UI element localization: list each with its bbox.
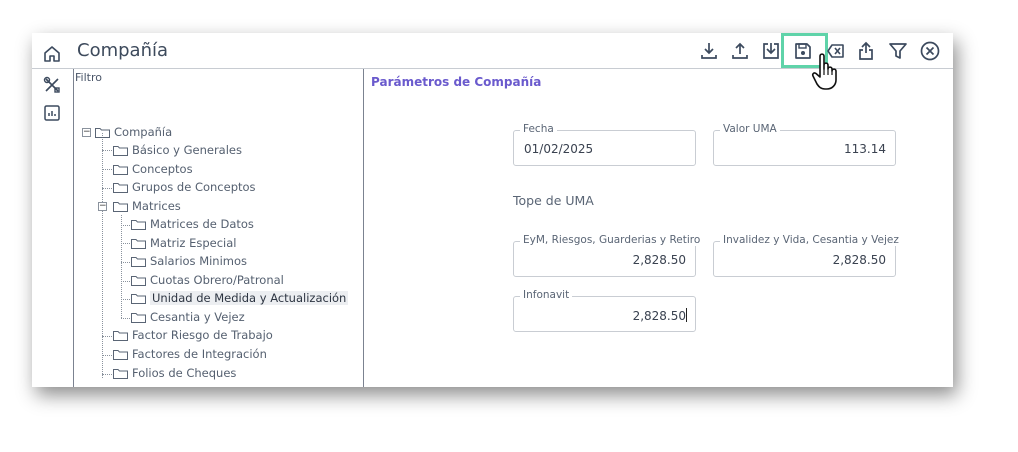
- tree-item-label: Unidad de Medida y Actualización: [150, 291, 349, 305]
- tree-item-matrices-datos[interactable]: Matrices de Datos: [131, 216, 254, 233]
- infonavit-value-text: 2,828.50: [632, 309, 686, 323]
- eym-value[interactable]: 2,828.50: [633, 253, 686, 267]
- tree-item-factor-riesgo[interactable]: Factor Riesgo de Trabajo: [113, 327, 273, 344]
- folder-icon: [113, 165, 128, 175]
- tools-icon[interactable]: [43, 76, 61, 94]
- tree-collapse-toggle[interactable]: −: [98, 202, 107, 211]
- fecha-field[interactable]: Fecha 01/02/2025: [513, 123, 696, 166]
- tree-item-label: Matrices de Datos: [150, 217, 254, 231]
- tree-item-matriz-especial[interactable]: Matriz Especial: [131, 235, 237, 252]
- side-rail: [32, 33, 73, 387]
- tree-item-label: Matrices: [132, 199, 181, 213]
- filter-icon[interactable]: [887, 40, 909, 62]
- folder-icon: [113, 350, 128, 360]
- tree-item-conceptos[interactable]: Conceptos: [113, 161, 193, 178]
- tree-item-label: Básico y Generales: [132, 143, 242, 157]
- tree-item-cuotas[interactable]: Cuotas Obrero/Patronal: [131, 272, 284, 289]
- tree-item-label: Folios de Cheques: [132, 366, 237, 380]
- hand-pointer-icon: [811, 53, 837, 90]
- tree-item-label: Grupos de Conceptos: [132, 180, 256, 194]
- upload-icon[interactable]: [729, 40, 751, 62]
- tree-connector: [121, 215, 122, 318]
- valor-uma-value[interactable]: 113.14: [844, 142, 886, 156]
- infonavit-label: Infonavit: [520, 289, 573, 301]
- tree-item-cesantia[interactable]: Cesantia y Vejez: [131, 309, 245, 326]
- infonavit-value[interactable]: 2,828.50: [633, 308, 687, 323]
- tree-item-basico[interactable]: Básico y Generales: [113, 142, 242, 159]
- tree-root[interactable]: Compañía: [95, 124, 172, 141]
- invalidez-label: Invalidez y Vida, Cesantia y Vejez: [720, 234, 902, 246]
- folder-icon: [131, 276, 146, 286]
- tree-item-salarios[interactable]: Salarios Minimos: [131, 253, 247, 270]
- tope-uma-heading: Tope de UMA: [513, 193, 594, 208]
- text-caret: [686, 308, 687, 322]
- invalidez-value[interactable]: 2,828.50: [833, 253, 886, 267]
- folder-icon: [95, 128, 110, 138]
- tree-item-factores-integracion[interactable]: Factores de Integración: [113, 346, 267, 363]
- folder-icon: [113, 183, 128, 193]
- import-icon[interactable]: [760, 40, 782, 62]
- tree-item-label: Salarios Minimos: [150, 254, 248, 268]
- tree-item-label: Factores de Integración: [132, 347, 267, 361]
- valor-uma-field[interactable]: Valor UMA 113.14: [713, 123, 896, 166]
- tree: − Compañía Básico y Generales Conceptos …: [74, 69, 365, 387]
- folder-icon: [113, 369, 128, 379]
- infonavit-field[interactable]: Infonavit 2,828.50: [513, 289, 696, 332]
- tree-item-grupos[interactable]: Grupos de Conceptos: [113, 179, 256, 196]
- tree-item-label: Cuotas Obrero/Patronal: [150, 273, 284, 287]
- tree-collapse-toggle[interactable]: −: [82, 128, 91, 137]
- invalidez-field[interactable]: Invalidez y Vida, Cesantia y Vejez 2,828…: [713, 234, 902, 277]
- eym-label: EyM, Riesgos, Guarderias y Retiro: [520, 234, 704, 246]
- folder-icon: [131, 239, 146, 249]
- tree-item-label: Cesantia y Vejez: [150, 310, 245, 324]
- share-icon[interactable]: [855, 40, 877, 62]
- tree-item-label: Compañía: [114, 125, 173, 139]
- app-window: Compañía Filtro − Compañía Básico y Gene…: [32, 33, 953, 387]
- folder-icon: [131, 257, 146, 267]
- tree-item-uma-selected[interactable]: Unidad de Medida y Actualización: [131, 290, 349, 307]
- folder-icon: [113, 331, 128, 341]
- tree-item-label: Matriz Especial: [150, 236, 237, 250]
- folder-icon: [113, 202, 128, 212]
- tree-panel: Filtro − Compañía Básico y Generales Con…: [73, 69, 364, 387]
- fecha-label: Fecha: [520, 123, 557, 135]
- tree-item-folios[interactable]: Folios de Cheques: [113, 365, 236, 382]
- folder-icon: [131, 220, 146, 230]
- form-panel: Parámetros de Compañía Fecha 01/02/2025 …: [365, 69, 953, 387]
- tree-item-matrices[interactable]: Matrices: [113, 198, 181, 215]
- folder-icon: [131, 313, 146, 323]
- folder-icon: [113, 146, 128, 156]
- form-title: Parámetros de Compañía: [371, 75, 542, 89]
- close-icon[interactable]: [919, 40, 941, 62]
- folder-icon: [131, 294, 146, 304]
- tree-item-label: Factor Riesgo de Trabajo: [132, 328, 273, 342]
- eym-field[interactable]: EyM, Riesgos, Guarderias y Retiro 2,828.…: [513, 234, 704, 277]
- fecha-value[interactable]: 01/02/2025: [524, 142, 593, 156]
- valor-uma-label: Valor UMA: [720, 123, 780, 135]
- tree-item-label: Conceptos: [132, 162, 193, 176]
- download-icon[interactable]: [698, 40, 720, 62]
- page-title: Compañía: [77, 40, 169, 61]
- chart-icon[interactable]: [43, 104, 61, 122]
